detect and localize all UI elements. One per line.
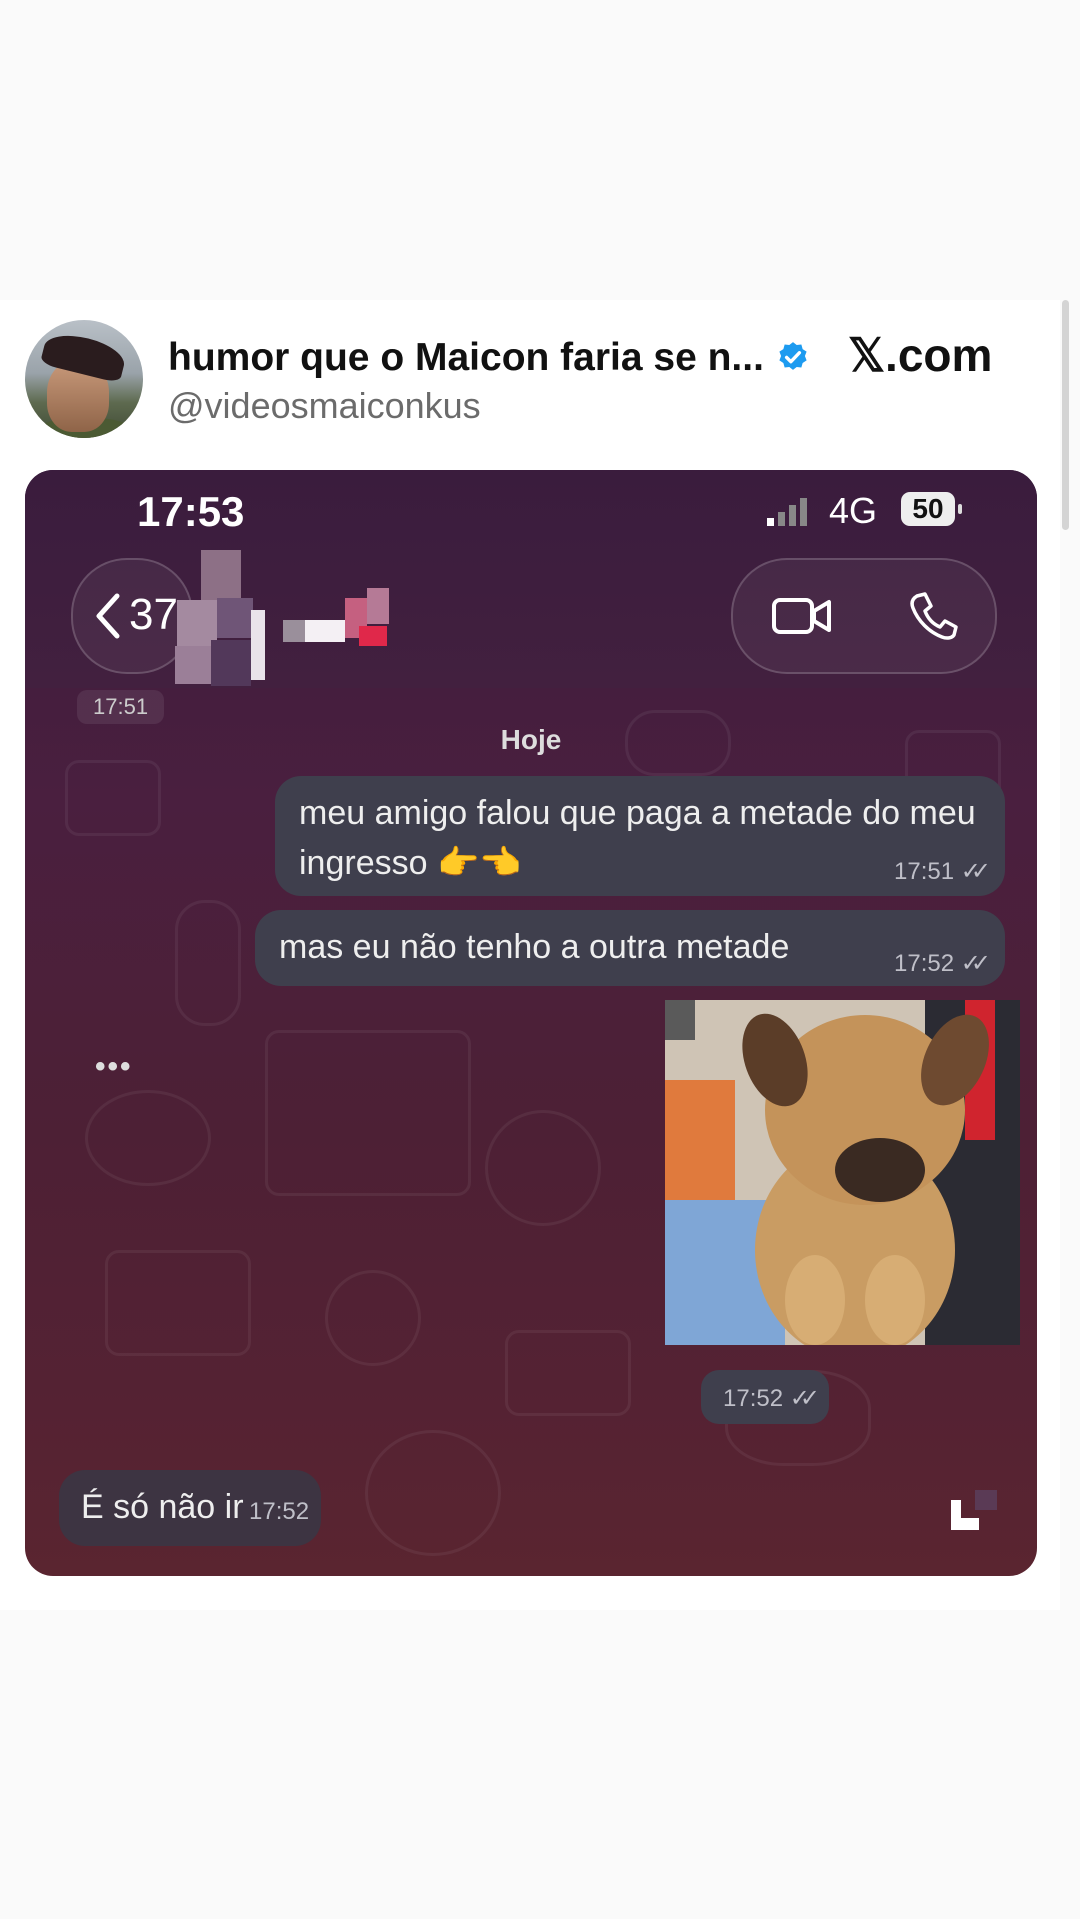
battery-level: 50 (912, 493, 944, 524)
message-time: 17:51 (894, 858, 955, 885)
read-receipt-icon: ✓✓ (789, 1385, 820, 1412)
site-label: 𝕏.com (848, 329, 993, 381)
back-chevron-icon (96, 593, 120, 639)
avatar[interactable] (25, 320, 143, 438)
site-watermark: 𝕏.com (848, 328, 992, 382)
user-handle[interactable]: @videosmaiconkus (168, 385, 481, 427)
previous-timestamp: 17:51 (77, 690, 165, 724)
phone-icon[interactable] (907, 590, 959, 642)
date-separator: Hoje (500, 724, 562, 755)
message-time: 17:52 (249, 1498, 310, 1525)
photo-meta-chip: 17:52 ✓✓ (701, 1370, 829, 1424)
unread-count: 37 (129, 590, 178, 639)
message-bubble-outgoing[interactable]: meu amigo falou que paga a metade do meu… (275, 776, 1005, 896)
message-bubble-outgoing[interactable]: mas eu não tenho a outra metade 17:52 ✓✓ (255, 910, 1005, 986)
message-text: mas eu não tenho a outra metade (279, 928, 790, 966)
typing-indicator: ••• (95, 1050, 133, 1083)
scrollbar-thumb[interactable] (1062, 300, 1069, 530)
video-camera-icon[interactable] (771, 594, 833, 638)
puppy-photo (665, 1000, 1020, 1345)
message-text: meu amigo falou que paga a metade do meu… (299, 794, 976, 882)
chat-header: 17:53 4G 50 37 (25, 470, 1037, 688)
message-time: 17:52 (894, 950, 955, 977)
call-actions (731, 558, 997, 674)
read-receipt-icon: ✓✓ (960, 858, 991, 885)
photo-message[interactable] (665, 1000, 1020, 1345)
display-name[interactable]: humor que o Maicon faria se n... (168, 336, 768, 380)
expand-icon[interactable] (945, 1490, 997, 1542)
battery-icon: 50 (901, 492, 955, 526)
status-time: 17:53 (137, 488, 245, 535)
message-text: É só não ir (81, 1488, 244, 1526)
message-bubble-incoming[interactable]: É só não ir 17:52 (59, 1470, 321, 1546)
signal-icon (767, 498, 807, 526)
read-receipt-icon: ✓✓ (960, 950, 991, 977)
verified-badge-icon (779, 342, 807, 370)
network-label: 4G (829, 490, 878, 531)
message-time: 17:52 (723, 1385, 784, 1412)
chat-screenshot: 17:53 4G 50 37 17:51 Hoje meu amigo falo… (25, 470, 1037, 1576)
